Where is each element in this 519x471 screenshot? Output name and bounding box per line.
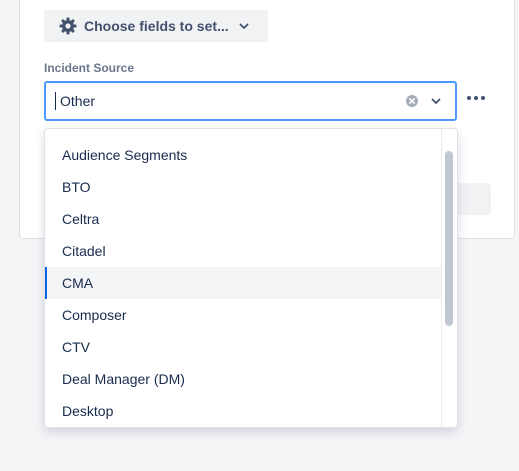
choose-fields-label: Choose fields to set... [84,18,229,34]
more-horizontal-icon [466,88,486,106]
incident-source-dropdown-menu: Audience Segments BTO Celtra Citadel CMA… [44,128,458,428]
option-citadel[interactable]: Citadel [45,235,443,267]
option-composer[interactable]: Composer [45,299,443,331]
hidden-action-button[interactable] [456,183,491,215]
scrollbar-thumb[interactable] [445,151,453,326]
option-ctv[interactable]: CTV [45,331,443,363]
incident-source-value[interactable]: Other [60,93,405,109]
option-deal-manager[interactable]: Deal Manager (DM) [45,363,443,395]
clear-icon[interactable] [405,94,419,108]
option-celtra[interactable]: Celtra [45,203,443,235]
dropdown-options-list: Audience Segments BTO Celtra Citadel CMA… [45,139,443,427]
incident-source-select[interactable]: Other [44,81,457,121]
more-options-button[interactable] [463,86,489,108]
text-cursor [55,92,56,110]
option-audience-segments[interactable]: Audience Segments [45,139,443,171]
incident-source-label: Incident Source [44,61,135,75]
option-bto[interactable]: BTO [45,171,443,203]
option-cma[interactable]: CMA [45,267,443,299]
dropdown-chevron-icon[interactable] [429,94,443,108]
chevron-down-icon [237,19,251,33]
option-desktop[interactable]: Desktop [45,395,443,427]
choose-fields-button[interactable]: Choose fields to set... [44,10,268,42]
gear-icon [58,16,78,36]
dropdown-scrollbar[interactable] [441,129,457,427]
